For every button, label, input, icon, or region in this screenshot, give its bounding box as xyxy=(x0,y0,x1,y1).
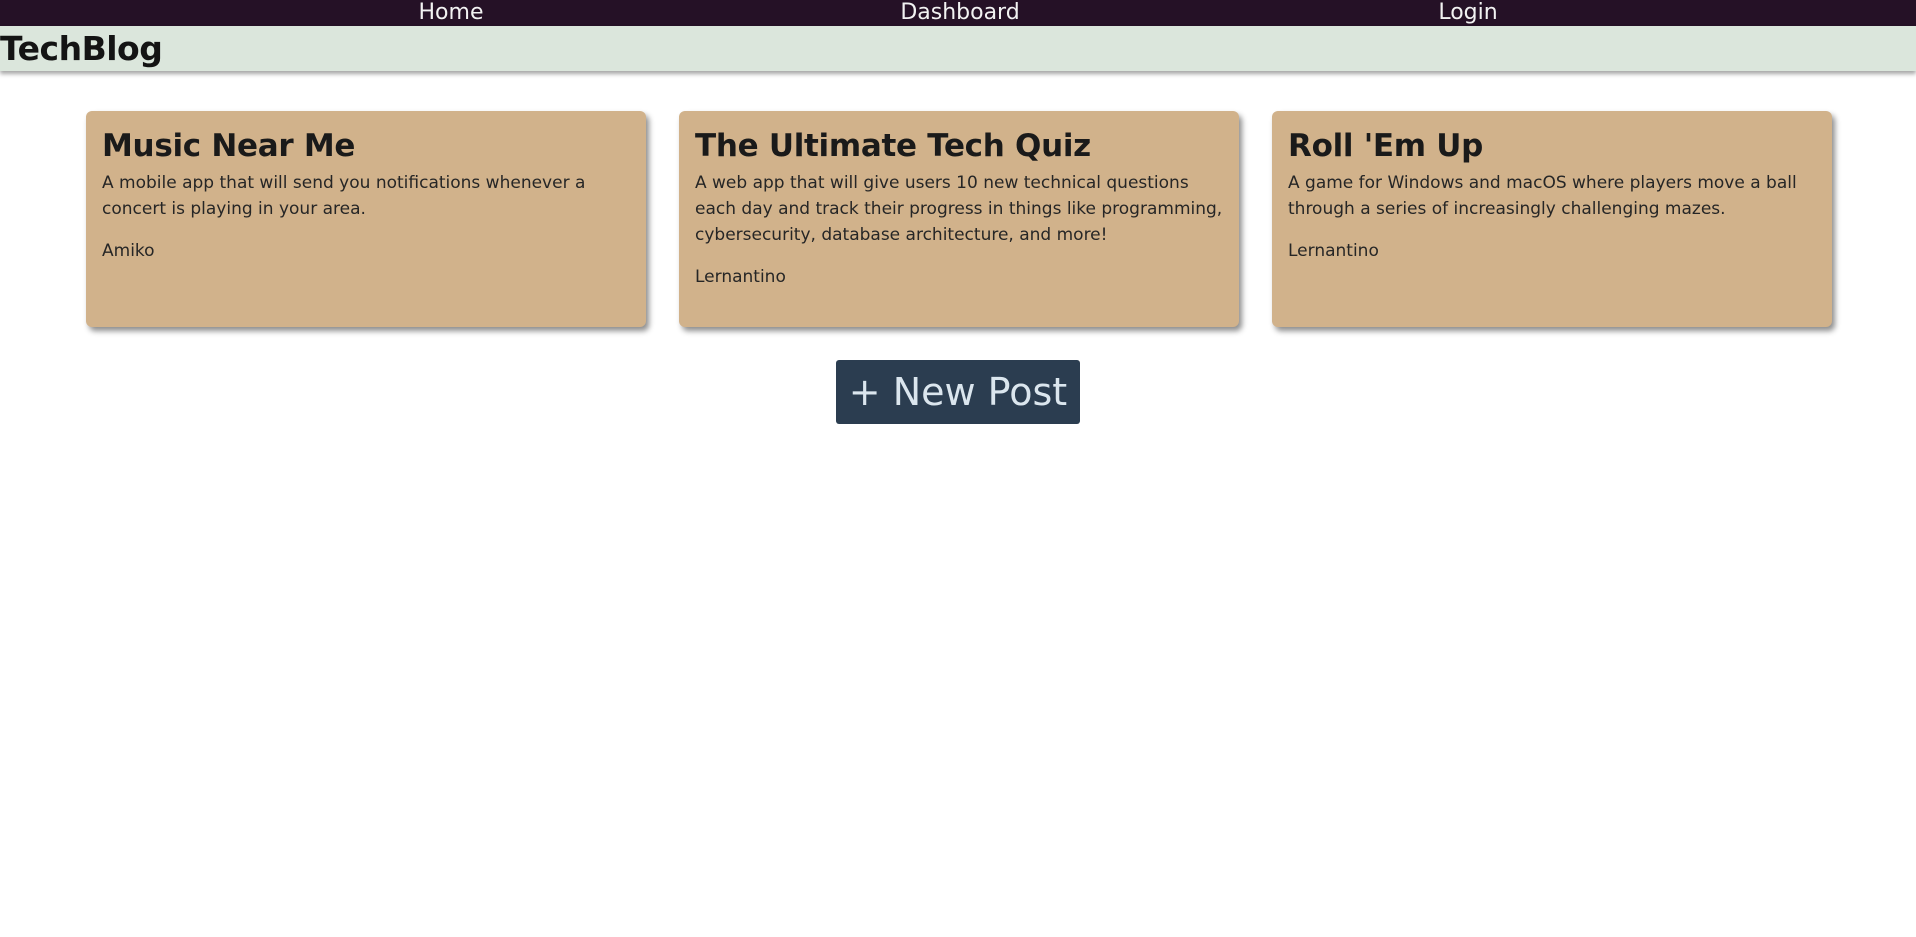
top-nav: Home Dashboard Login xyxy=(0,0,1916,26)
post-title: Music Near Me xyxy=(102,128,356,164)
nav-link-dashboard[interactable]: Dashboard xyxy=(900,0,1019,26)
post-author: Amiko xyxy=(102,241,155,261)
post-card[interactable]: The Ultimate Tech Quiz A web app that wi… xyxy=(679,111,1239,327)
post-description: A mobile app that will send you notifica… xyxy=(102,173,586,219)
post-author: Lernantino xyxy=(695,267,786,287)
nav-link-home[interactable]: Home xyxy=(419,0,484,26)
site-title: TechBlog xyxy=(0,29,163,68)
post-title: Roll 'Em Up xyxy=(1288,128,1484,164)
post-description: A game for Windows and macOS where playe… xyxy=(1288,173,1797,219)
post-author: Lernantino xyxy=(1288,241,1379,261)
brand-bar: TechBlog xyxy=(0,26,1916,71)
nav-link-login[interactable]: Login xyxy=(1438,0,1497,26)
post-card[interactable]: Music Near Me A mobile app that will sen… xyxy=(86,111,646,327)
post-list: Music Near Me A mobile app that will sen… xyxy=(86,111,1832,327)
post-title: The Ultimate Tech Quiz xyxy=(695,128,1091,164)
post-description: A web app that will give users 10 new te… xyxy=(695,173,1223,245)
new-post-button[interactable]: + New Post xyxy=(836,360,1080,424)
post-card[interactable]: Roll 'Em Up A game for Windows and macOS… xyxy=(1272,111,1832,327)
